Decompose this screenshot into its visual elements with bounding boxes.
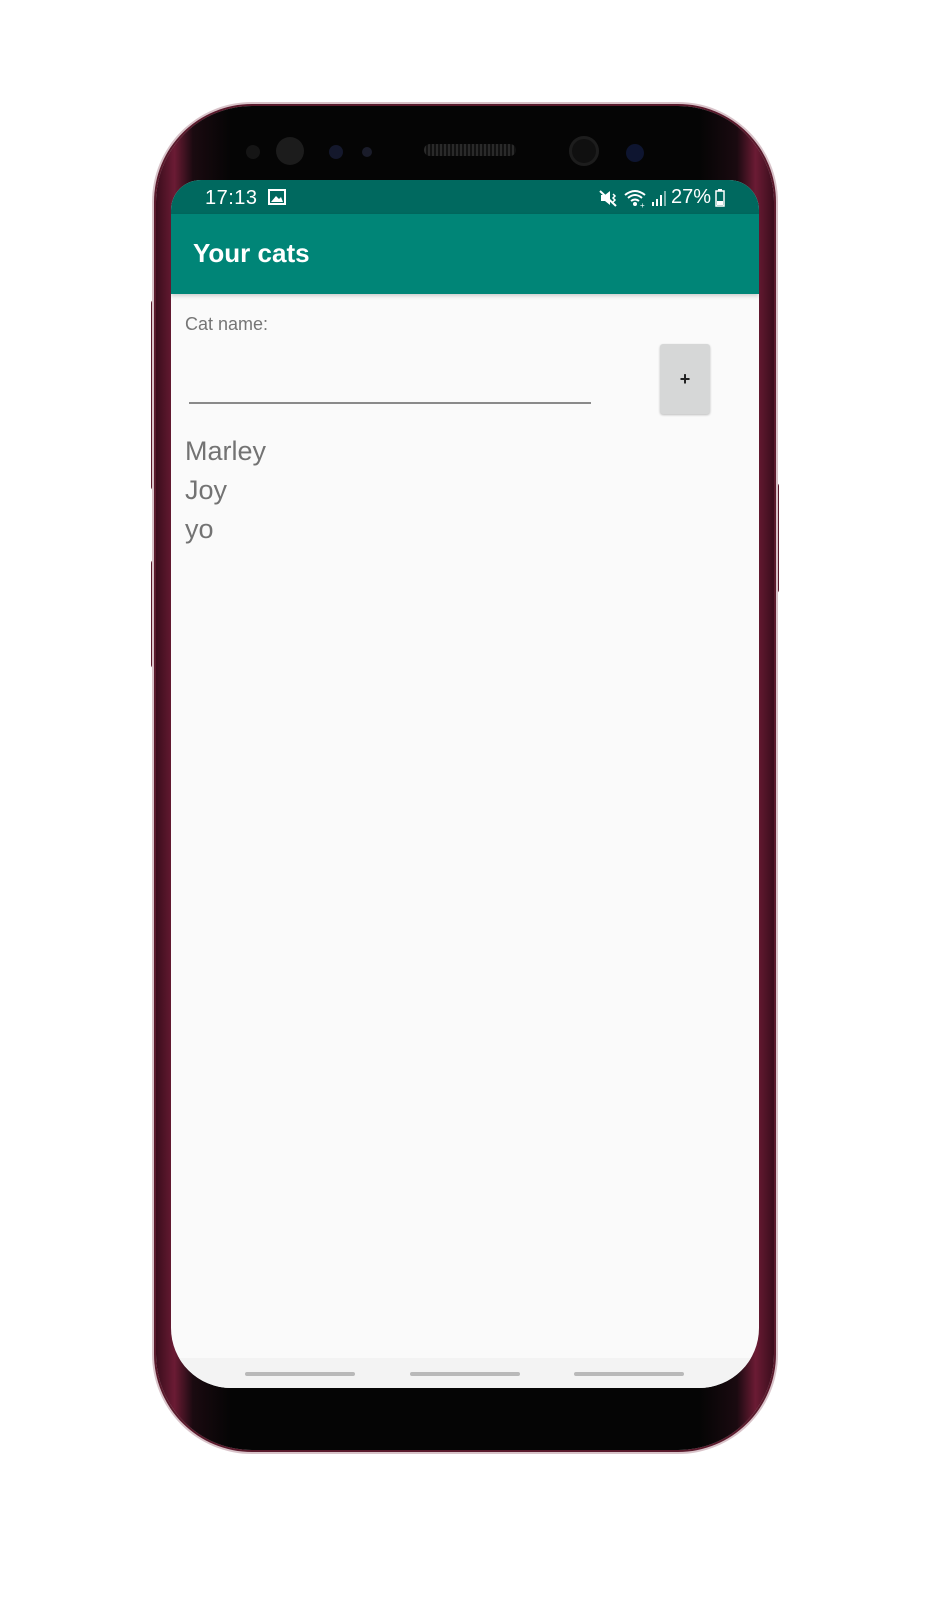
cat-item: yo [185, 514, 214, 544]
recents-gesture-handle[interactable] [245, 1372, 355, 1376]
iris-sensor [276, 137, 304, 165]
proximity-sensor [246, 145, 260, 159]
light-sensor [329, 145, 343, 159]
gallery-icon [268, 189, 286, 205]
back-gesture-handle[interactable] [574, 1372, 684, 1376]
cat-item: Marley [185, 436, 267, 466]
iris-camera [626, 144, 644, 162]
status-time: 17:13 [205, 187, 258, 209]
cat-name-label: Cat name: [185, 314, 269, 334]
home-gesture-handle[interactable] [410, 1372, 520, 1376]
front-camera [569, 136, 599, 166]
svg-text:+: + [640, 201, 645, 208]
battery-icon [715, 188, 725, 208]
signal-icon [651, 188, 667, 208]
add-cat-button[interactable]: + [660, 344, 710, 414]
cat-list: Marley Joy yo [185, 432, 266, 549]
led-indicator [362, 147, 372, 157]
battery-percentage: 27% [670, 186, 711, 208]
screen: 17:13 + 27% Your cats Cat name: + Marley… [171, 180, 759, 1388]
earpiece-speaker [424, 144, 516, 156]
cat-name-input[interactable] [189, 366, 591, 404]
app-title: Your cats [193, 238, 310, 268]
status-icons: + 27% [599, 186, 725, 209]
status-bar: 17:13 + 27% [171, 180, 759, 214]
cat-item: Joy [185, 475, 228, 505]
wifi-icon: + [623, 188, 647, 208]
gesture-nav-bar [171, 1358, 759, 1388]
mute-vibrate-icon [599, 188, 619, 208]
app-bar: Your cats [171, 214, 759, 294]
